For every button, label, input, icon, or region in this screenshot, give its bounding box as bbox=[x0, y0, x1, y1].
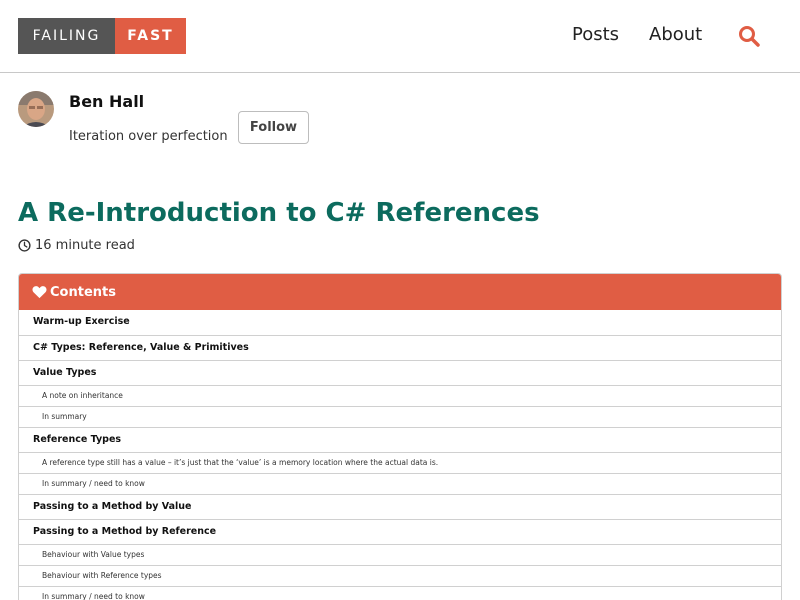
follow-button[interactable]: Follow bbox=[238, 111, 309, 144]
post-title: A Re-Introduction to C# References bbox=[18, 198, 540, 228]
toc-item[interactable]: Warm-up Exercise bbox=[19, 310, 781, 335]
toc-item[interactable]: Behaviour with Reference types bbox=[19, 565, 781, 586]
author-bio: Iteration over perfection bbox=[69, 129, 228, 144]
toc-item[interactable]: A note on inheritance bbox=[19, 385, 781, 406]
toc-item[interactable]: Passing to a Method by Reference bbox=[19, 519, 781, 544]
logo-text-failing: FAILING bbox=[18, 18, 115, 54]
toc-list: Warm-up Exercise C# Types: Reference, Val… bbox=[19, 310, 781, 600]
toc-item[interactable]: In summary bbox=[19, 406, 781, 427]
table-of-contents: Contents Warm-up Exercise C# Types: Refer… bbox=[18, 273, 782, 600]
search-icon[interactable] bbox=[737, 24, 763, 50]
toc-header: Contents bbox=[19, 274, 781, 310]
toc-item[interactable]: Passing to a Method by Value bbox=[19, 494, 781, 519]
toc-item[interactable]: Reference Types bbox=[19, 427, 781, 452]
author-avatar bbox=[18, 91, 54, 127]
toc-item[interactable]: In summary / need to know bbox=[19, 586, 781, 600]
toc-item[interactable]: A reference type still has a value – it’… bbox=[19, 452, 781, 473]
masthead: FAILING FAST Posts About bbox=[0, 0, 800, 73]
read-time-label: 16 minute read bbox=[35, 238, 135, 253]
read-time: 16 minute read bbox=[18, 238, 135, 253]
toc-item[interactable]: Behaviour with Value types bbox=[19, 544, 781, 565]
heart-icon bbox=[32, 286, 47, 299]
toc-item[interactable]: Value Types bbox=[19, 360, 781, 385]
logo-text-fast: FAST bbox=[115, 18, 186, 54]
nav-posts-link[interactable]: Posts bbox=[572, 24, 619, 45]
nav-about-link[interactable]: About bbox=[649, 24, 702, 45]
clock-icon bbox=[18, 239, 31, 252]
author-name: Ben Hall bbox=[69, 92, 145, 111]
toc-item[interactable]: In summary / need to know bbox=[19, 473, 781, 494]
toc-item[interactable]: C# Types: Reference, Value & Primitives bbox=[19, 335, 781, 360]
site-logo[interactable]: FAILING FAST bbox=[18, 18, 186, 54]
toc-heading: Contents bbox=[50, 284, 116, 300]
